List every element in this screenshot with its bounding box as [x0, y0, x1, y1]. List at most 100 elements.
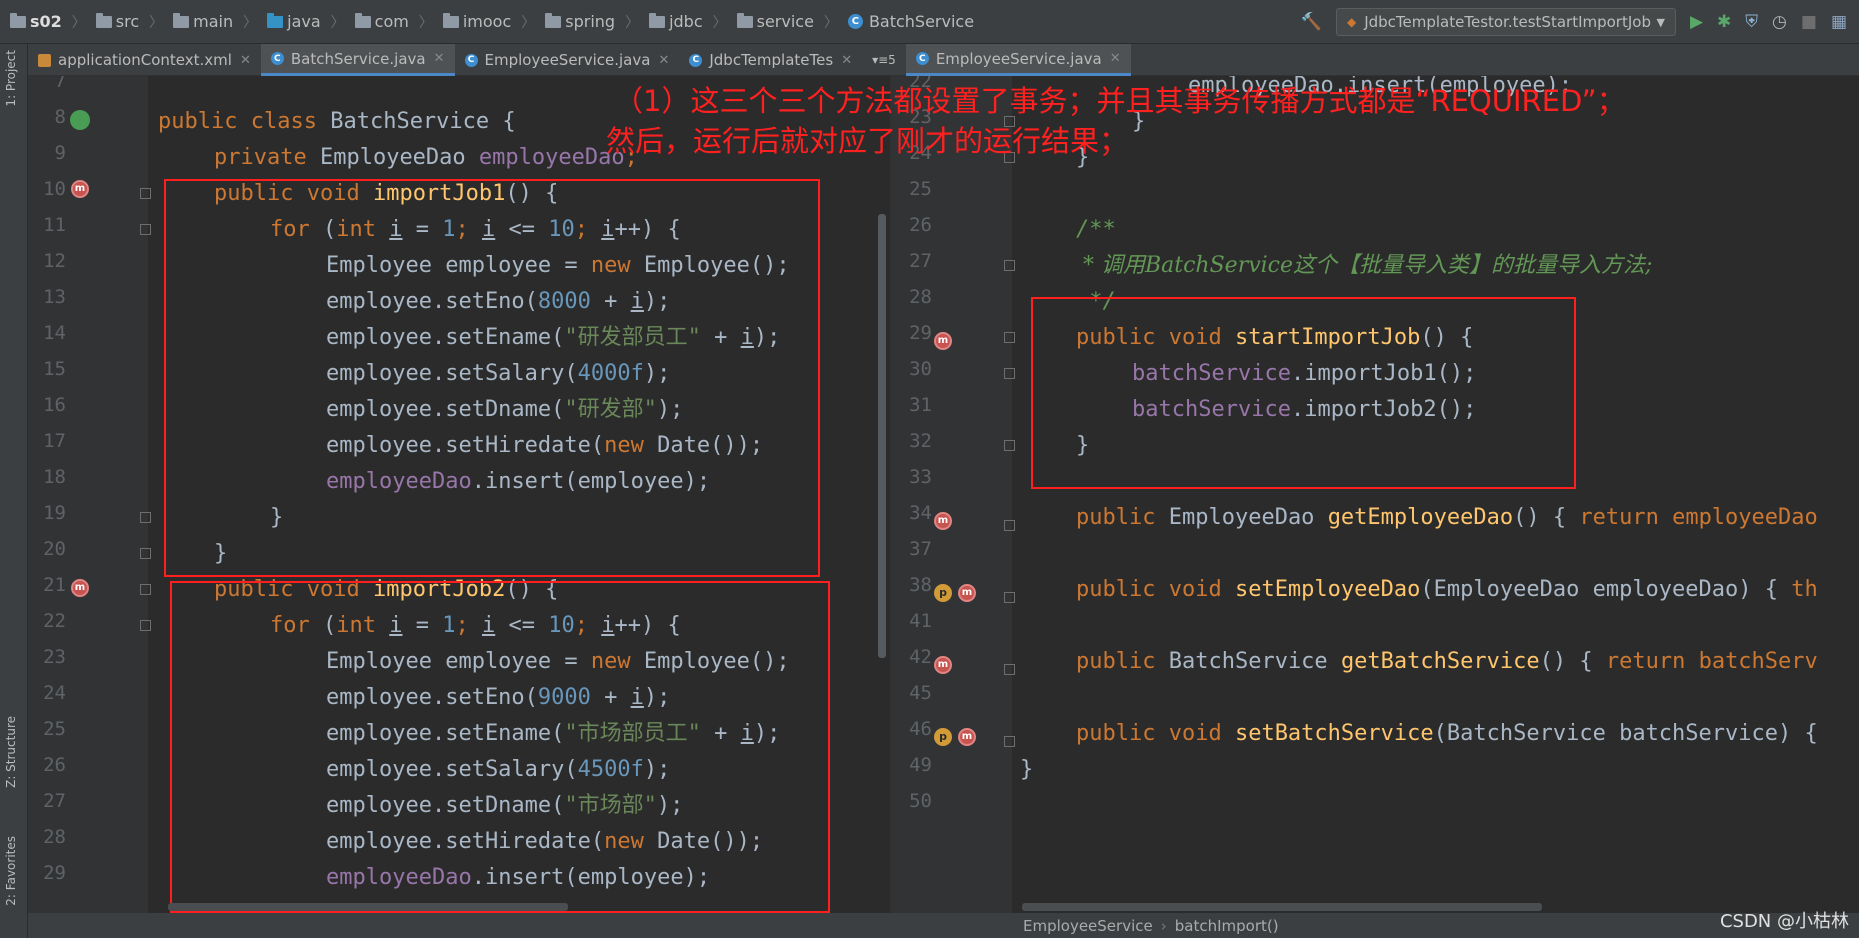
tab-employeeservice-java[interactable]: C EmployeeService.java ✕: [455, 44, 680, 76]
breadcrumb-item-imooc[interactable]: imooc: [442, 12, 511, 31]
editor-employeeservice[interactable]: 22 23 24 25 26 27 28 29 30 31 32 33 34 3…: [892, 76, 1859, 913]
coverage-icon[interactable]: ⛨: [1745, 12, 1758, 32]
breadcrumb-item-batchservice[interactable]: C BatchService: [847, 12, 974, 31]
status-crumb-class[interactable]: EmployeeService: [1023, 917, 1153, 935]
tab-employeeservice-java-split[interactable]: C EmployeeService.java ✕: [905, 44, 1131, 76]
tab-jdbctemplatetestor[interactable]: C JdbcTemplateTes ✕: [679, 44, 862, 76]
junit-config-icon: ◆: [1346, 15, 1357, 29]
run-configuration-select[interactable]: ◆ JdbcTemplateTestor.testStartImportJob …: [1335, 8, 1676, 36]
close-icon[interactable]: ✕: [1110, 51, 1121, 66]
line-number: 16: [43, 394, 66, 416]
tab-applicationcontext-xml[interactable]: applicationContext.xml ✕: [28, 44, 261, 76]
method-name: setEmployeeDao: [1234, 577, 1421, 602]
project-structure-icon[interactable]: ▦: [1831, 12, 1847, 32]
horizontal-scrollbar[interactable]: [168, 903, 568, 911]
fold-marker-icon[interactable]: [1004, 664, 1015, 675]
breadcrumb-item-main[interactable]: main: [173, 12, 233, 31]
line-number: 11: [43, 214, 66, 236]
fold-marker-icon[interactable]: [1004, 736, 1015, 747]
editor-batchservice[interactable]: 7 8 9 10 11 12 13 14 15 16 17 18 19 20 2…: [28, 76, 890, 913]
close-icon[interactable]: ✕: [658, 53, 669, 68]
breadcrumb-item-spring[interactable]: spring: [545, 12, 615, 31]
fold-marker-icon[interactable]: [140, 620, 151, 631]
fold-marker-icon[interactable]: [1004, 368, 1015, 379]
line-number: 26: [909, 214, 932, 236]
chevron-right-icon: ›: [1160, 916, 1167, 935]
build-hammer-icon[interactable]: 🔨: [1301, 12, 1322, 32]
stop-icon[interactable]: ■: [1801, 12, 1817, 32]
breadcrumb-item-s02[interactable]: s02: [10, 12, 62, 31]
close-icon[interactable]: ✕: [240, 53, 251, 68]
chevron-right-icon: 〉: [712, 14, 727, 31]
project-tool-button[interactable]: 1: Project: [4, 50, 18, 107]
structure-tool-button[interactable]: Z: Structure: [4, 716, 18, 788]
line-gutter: [28, 76, 148, 913]
implemented-method-icon[interactable]: m: [958, 728, 976, 746]
line-number: 30: [909, 358, 932, 380]
chevron-right-icon: 〉: [149, 14, 164, 31]
code-line-38: public void setEmployeeDao(EmployeeDao e…: [1076, 577, 1818, 602]
fold-marker-icon[interactable]: [140, 584, 151, 595]
line-number: 22: [43, 610, 66, 632]
chevron-right-icon: 〉: [243, 14, 258, 31]
keyword: public: [158, 109, 238, 134]
chevron-right-icon: 〉: [330, 14, 345, 31]
status-crumb-method[interactable]: batchImport(): [1175, 917, 1279, 935]
run-icon[interactable]: ▶: [1690, 12, 1703, 32]
highlight-box-startimportjob: [1031, 297, 1576, 489]
line-number: 38: [909, 574, 932, 596]
package-icon: [736, 12, 753, 28]
tab-overflow-button[interactable]: ▾≡ 5: [862, 44, 906, 76]
implemented-method-icon[interactable]: m: [934, 332, 952, 350]
watermark: CSDN @小枯林: [1719, 911, 1849, 932]
fold-marker-icon[interactable]: [1004, 440, 1015, 451]
java-class-icon: C: [915, 52, 929, 65]
keyword: th: [1791, 577, 1818, 602]
fold-marker-icon[interactable]: [1004, 260, 1015, 271]
close-icon[interactable]: ✕: [434, 51, 445, 66]
line-number: 23: [43, 646, 66, 668]
run-gutter-icon[interactable]: [70, 110, 90, 130]
profile-icon[interactable]: ◷: [1772, 12, 1787, 32]
fold-marker-icon[interactable]: [1004, 520, 1015, 531]
line-number: 42: [909, 646, 932, 668]
line-number: 45: [909, 682, 932, 704]
breadcrumb-item-src[interactable]: src: [95, 12, 139, 31]
implemented-method-icon[interactable]: m: [934, 656, 952, 674]
fold-marker-icon[interactable]: [1004, 592, 1015, 603]
line-gutter: [892, 76, 1012, 913]
field-name: employeeDao: [478, 145, 625, 170]
debug-icon[interactable]: ✱: [1717, 12, 1731, 32]
breadcrumb-item-java[interactable]: java: [267, 12, 321, 31]
status-bar: EmployeeService › batchImport(): [28, 913, 1859, 938]
fold-marker-icon[interactable]: [140, 548, 151, 559]
xml-file-icon: [38, 53, 51, 67]
close-icon[interactable]: ✕: [841, 53, 852, 68]
vertical-scrollbar[interactable]: [878, 214, 886, 658]
method-name: getEmployeeDao: [1327, 505, 1514, 530]
implemented-method-icon[interactable]: m: [958, 584, 976, 602]
line-number: 32: [909, 430, 932, 452]
fold-marker-icon[interactable]: [140, 224, 151, 235]
code-line-26: /**: [1076, 212, 1116, 248]
line-number: 8: [54, 106, 66, 128]
source-folder-icon: [267, 12, 284, 28]
implemented-method-icon[interactable]: m: [934, 512, 952, 530]
breadcrumb-item-service[interactable]: service: [736, 12, 814, 31]
horizontal-scrollbar[interactable]: [1022, 903, 1542, 911]
fold-marker-icon[interactable]: [1004, 332, 1015, 343]
run-toolbar: 🔨 ◆ JdbcTemplateTestor.testStartImportJo…: [1301, 0, 1859, 44]
implemented-method-icon[interactable]: m: [71, 579, 89, 597]
breadcrumb-item-jdbc[interactable]: jdbc: [649, 12, 703, 31]
breadcrumb-item-com[interactable]: com: [354, 12, 409, 31]
tab-batchservice-java[interactable]: C BatchService.java ✕: [260, 44, 455, 76]
fold-marker-icon[interactable]: [140, 188, 151, 199]
line-number: 46: [909, 718, 932, 740]
implemented-method-icon[interactable]: m: [71, 180, 89, 198]
line-number: 28: [909, 286, 932, 308]
favorites-tool-button[interactable]: 2: Favorites: [4, 836, 18, 906]
fold-marker-icon[interactable]: [140, 512, 151, 523]
code-text: (BatchService batchService): [1433, 721, 1792, 746]
annotation-line-2: 然后，运行后就对应了刚才的运行结果；: [606, 124, 1129, 158]
line-number: 14: [43, 322, 66, 344]
